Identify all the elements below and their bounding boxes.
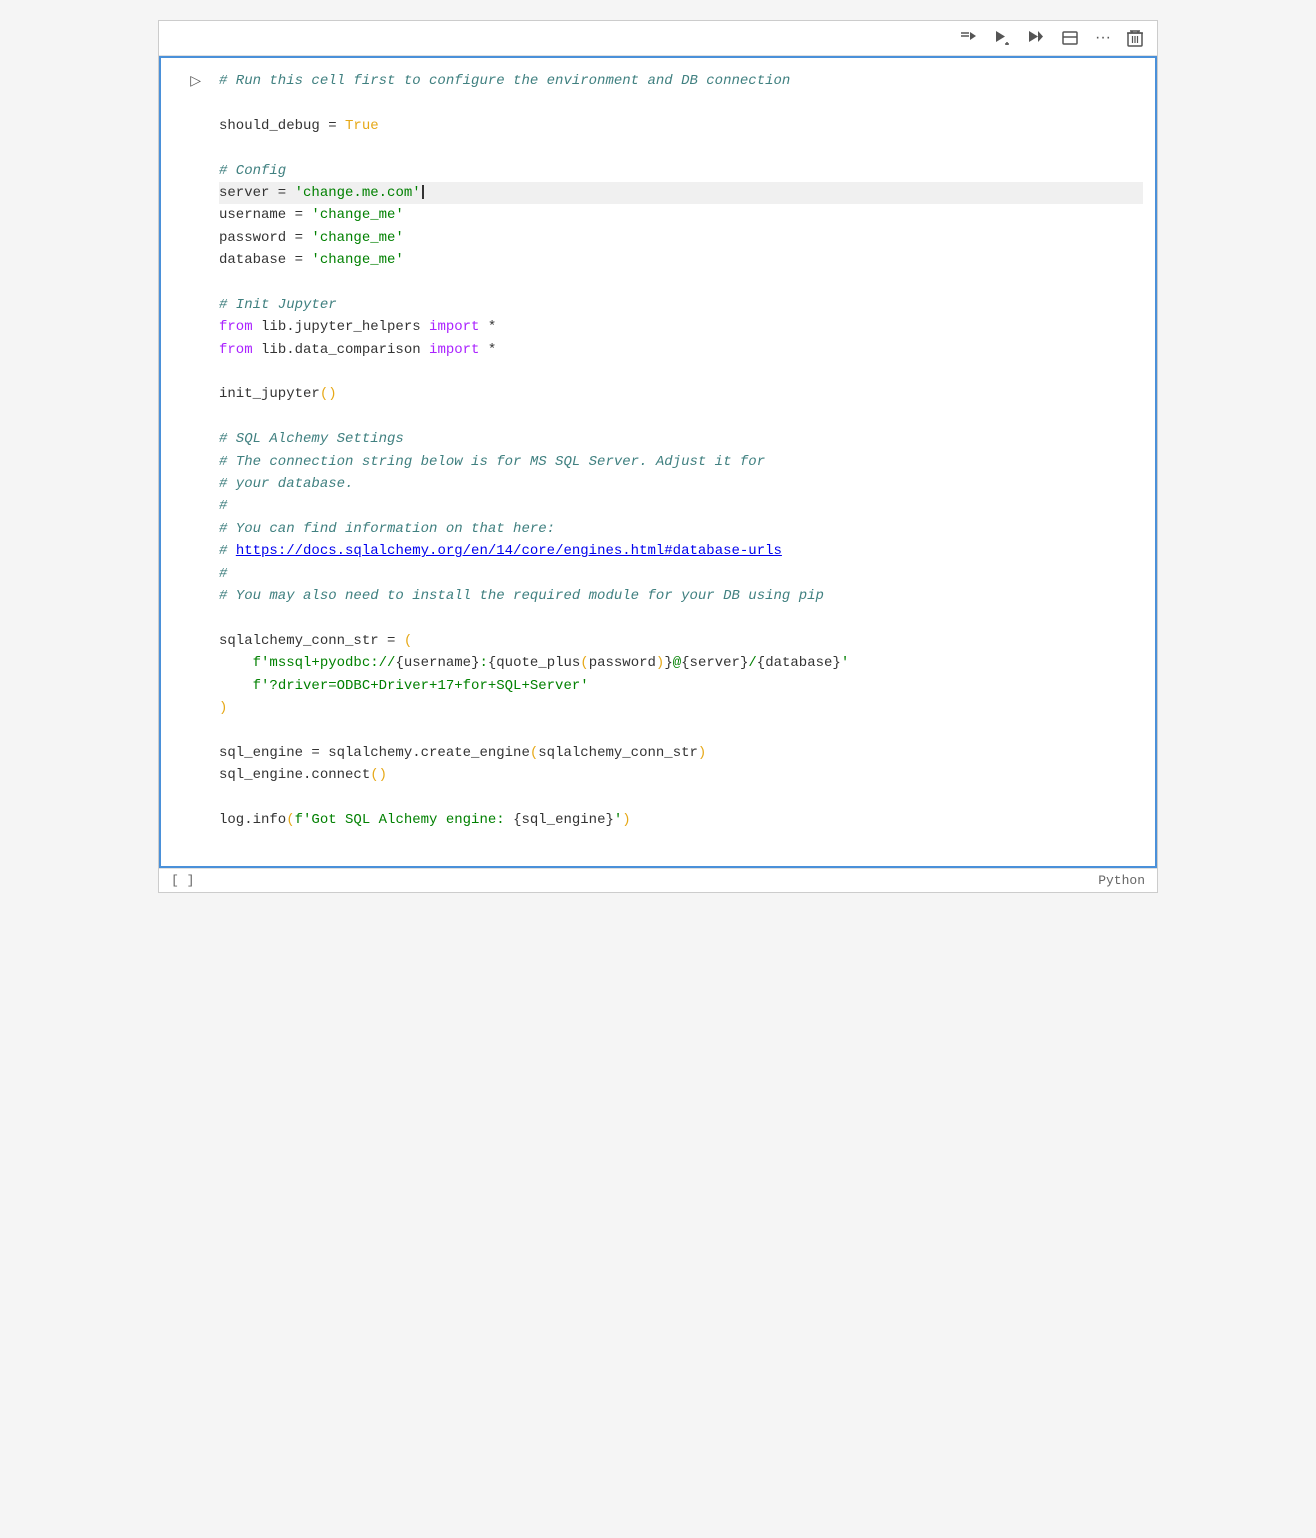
code-line-sql6: # https://docs.sqlalchemy.org/en/14/core… bbox=[219, 540, 1143, 562]
code-line-import2: from lib.data_comparison import * bbox=[219, 339, 1143, 361]
code-line-server: server = 'change.me.com' bbox=[219, 182, 1143, 204]
cursor bbox=[422, 185, 424, 199]
code-line-import1: from lib.jupyter_helpers import * bbox=[219, 316, 1143, 338]
comment-text: # Run this cell first to configure the e… bbox=[219, 73, 790, 89]
code-line-comment1: # Run this cell first to configure the e… bbox=[219, 70, 1143, 92]
code-line-conn2: f'?driver=ODBC+Driver+17+for+SQL+Server' bbox=[219, 675, 1143, 697]
code-line-conn-assign: sqlalchemy_conn_str = ( bbox=[219, 630, 1143, 652]
cell-gutter: ▷ bbox=[161, 58, 211, 866]
code-line-sql7: # bbox=[219, 563, 1143, 585]
run-next-button[interactable] bbox=[1021, 25, 1051, 51]
code-cell: ▷ # Run this cell first to configure the… bbox=[159, 56, 1157, 868]
code-line-sql1: # SQL Alchemy Settings bbox=[219, 428, 1143, 450]
code-line-blank8 bbox=[219, 787, 1143, 809]
code-line-log: log.info(f'Got SQL Alchemy engine: {sql_… bbox=[219, 809, 1143, 831]
run-cell-advance-button[interactable] bbox=[987, 25, 1017, 51]
run-cell-button[interactable]: ▷ bbox=[188, 70, 203, 91]
code-line-init-comment: # Init Jupyter bbox=[219, 294, 1143, 316]
run-all-above-button[interactable] bbox=[953, 25, 983, 51]
kernel-language: Python bbox=[1098, 873, 1145, 888]
code-line-sql3: # your database. bbox=[219, 473, 1143, 495]
code-line-sql2: # The connection string below is for MS … bbox=[219, 451, 1143, 473]
sqlalchemy-url[interactable]: https://docs.sqlalchemy.org/en/14/core/e… bbox=[236, 543, 782, 559]
cell-bottom-bar: [ ] Python bbox=[159, 868, 1157, 892]
code-line-connect: sql_engine.connect() bbox=[219, 764, 1143, 786]
notebook-container: ··· ▷ # Run this cell first to configure… bbox=[158, 20, 1158, 893]
code-line-conn-close: ) bbox=[219, 697, 1143, 719]
code-line-blank2 bbox=[219, 137, 1143, 159]
code-line-blank1 bbox=[219, 92, 1143, 114]
code-line-conn1: f'mssql+pyodbc://{username}:{quote_plus(… bbox=[219, 652, 1143, 674]
code-line-sql4: # bbox=[219, 495, 1143, 517]
toggle-output-button[interactable] bbox=[1055, 25, 1085, 51]
cell-execution-count: [ ] bbox=[171, 873, 194, 888]
code-line-password: password = 'change_me' bbox=[219, 227, 1143, 249]
code-line-engine: sql_engine = sqlalchemy.create_engine(sq… bbox=[219, 742, 1143, 764]
code-line-blank5 bbox=[219, 406, 1143, 428]
code-line-sql5: # You can find information on that here: bbox=[219, 518, 1143, 540]
code-line-blank4 bbox=[219, 361, 1143, 383]
delete-cell-button[interactable] bbox=[1121, 25, 1149, 51]
cell-code-area[interactable]: # Run this cell first to configure the e… bbox=[211, 58, 1155, 866]
code-line-blank9 bbox=[219, 831, 1143, 853]
code-line-debug: should_debug = True bbox=[219, 115, 1143, 137]
code-line-config-comment: # Config bbox=[219, 160, 1143, 182]
code-line-init: init_jupyter() bbox=[219, 383, 1143, 405]
code-line-blank7 bbox=[219, 719, 1143, 741]
code-line-database: database = 'change_me' bbox=[219, 249, 1143, 271]
code-line-username: username = 'change_me' bbox=[219, 204, 1143, 226]
code-line-blank6 bbox=[219, 607, 1143, 629]
cell-toolbar: ··· bbox=[159, 21, 1157, 56]
code-line-sql8: # You may also need to install the requi… bbox=[219, 585, 1143, 607]
more-options-button[interactable]: ··· bbox=[1089, 25, 1117, 51]
code-line-blank3 bbox=[219, 272, 1143, 294]
